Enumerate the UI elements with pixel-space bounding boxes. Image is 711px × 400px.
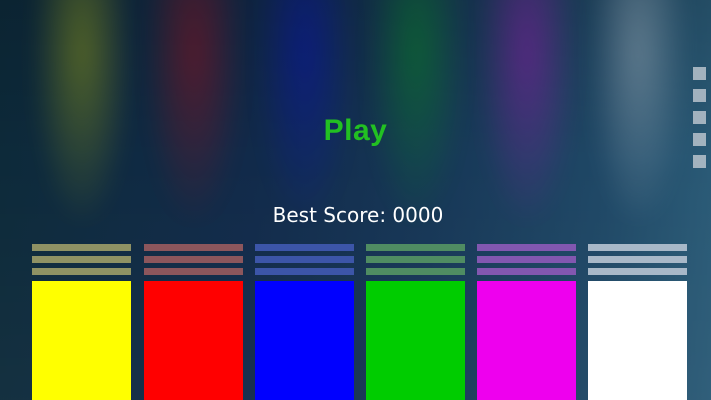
menu-square [693, 111, 706, 124]
best-score-display: Best Score: 0000 [0, 203, 711, 227]
lane-stripe-yellow [32, 244, 131, 251]
lane-stripe-green [366, 256, 465, 263]
lane-stripe-red [144, 268, 243, 275]
menu-square [693, 67, 706, 80]
lane-key-white[interactable] [588, 281, 687, 400]
lane-stripe-green [366, 244, 465, 251]
lane-glow-blue [257, 0, 353, 220]
lane-stripe-white [588, 256, 687, 263]
menu-square [693, 155, 706, 168]
best-score-value: 0000 [392, 203, 444, 227]
lane-stripe-magenta [477, 256, 576, 263]
lane-glow-magenta [479, 0, 575, 220]
lane-key-blue[interactable] [255, 281, 354, 400]
lane-stripe-blue [255, 244, 354, 251]
menu-square [693, 133, 706, 146]
lane-stripe-red [144, 244, 243, 251]
lane-glow-green [368, 0, 464, 220]
lane-glow-yellow [34, 0, 130, 220]
lane-glow-white [590, 0, 686, 220]
lane-stripe-magenta [477, 268, 576, 275]
best-score-label: Best Score: [272, 203, 387, 227]
lane-stripe-yellow [32, 256, 131, 263]
lane-stripe-yellow [32, 268, 131, 275]
lane-glow-red [146, 0, 242, 220]
lane-stripe-blue [255, 268, 354, 275]
lane-key-magenta[interactable] [477, 281, 576, 400]
lane-key-yellow[interactable] [32, 281, 131, 400]
play-button[interactable]: Play [0, 114, 711, 148]
lane-stripe-green [366, 268, 465, 275]
lane-stripe-white [588, 268, 687, 275]
lane-stripe-magenta [477, 244, 576, 251]
lane-stripe-blue [255, 256, 354, 263]
lane-stripe-white [588, 244, 687, 251]
side-menu-icon[interactable] [693, 67, 706, 177]
menu-square [693, 89, 706, 102]
lane-key-red[interactable] [144, 281, 243, 400]
lane-stripe-red [144, 256, 243, 263]
lane-key-green[interactable] [366, 281, 465, 400]
